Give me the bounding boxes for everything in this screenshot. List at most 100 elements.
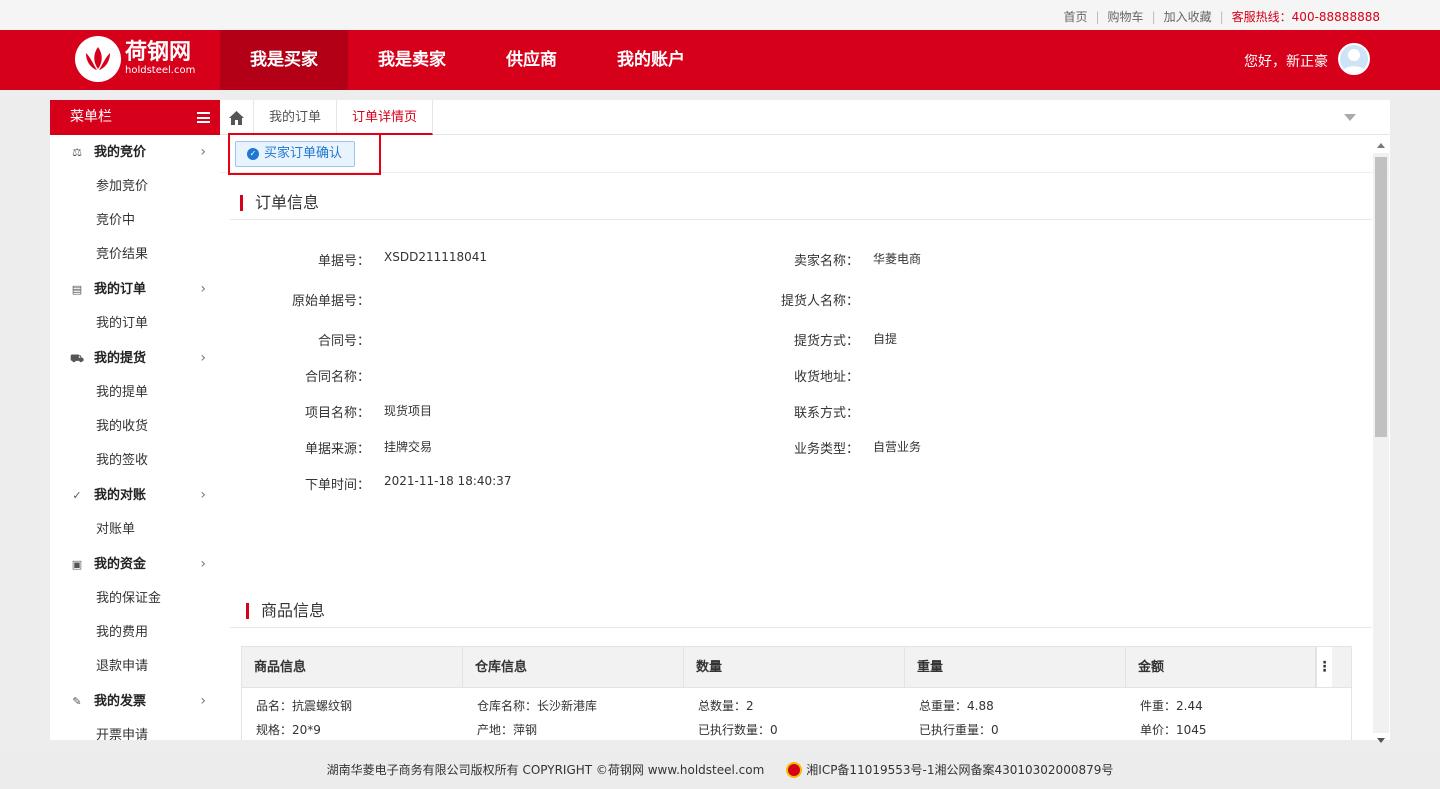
cart-link[interactable]: 购物车	[1108, 8, 1144, 25]
sidebar-item-statement[interactable]: 对账单	[50, 513, 220, 547]
favorite-link[interactable]: 加入收藏	[1164, 8, 1212, 25]
col-goods[interactable]: 商品信息	[242, 647, 463, 687]
copyright-text: 湖南华菱电子商务有限公司版权所有 COPYRIGHT ©荷钢网 www.hold…	[326, 763, 765, 777]
table-header: 商品信息 仓库信息 数量 重量 金额 ⋮	[242, 647, 1351, 688]
col-warehouse[interactable]: 仓库信息	[463, 647, 684, 687]
service-hotline: 客服热线：400-88888888	[1231, 10, 1380, 24]
sidebar-item-auction-ongoing[interactable]: 竞价中	[50, 204, 220, 238]
check-icon: ✓	[247, 148, 259, 160]
sidebar-group-funds[interactable]: ▣ 我的资金 ›	[50, 547, 220, 582]
scroll-down-icon[interactable]	[1377, 738, 1385, 743]
detail-scroll-area: 订单信息 单据号： XSDD211118041 原始单据号： 合同号： 合同名称：…	[230, 173, 1380, 740]
cell-quantity: 总数量：2 已执行数量：0	[698, 699, 778, 737]
page-footer: 湖南华菱电子商务有限公司版权所有 COPYRIGHT ©荷钢网 www.hold…	[0, 750, 1440, 789]
icp-text[interactable]: 湘ICP备11019553号-1湘公网备案43010302000879号	[806, 761, 1113, 778]
field-picker-name: 提货人名称：	[780, 294, 859, 309]
user-greeting: 您好，新正豪	[1244, 54, 1328, 70]
cell-amount: 件重：2.44 单价：1045	[1140, 699, 1207, 737]
lotus-logo-icon	[75, 36, 121, 82]
main-header: 荷钢网 holdsteel.com 我是买家 我是卖家 供应商 我的账户 您好，…	[0, 30, 1440, 90]
tab-my-orders[interactable]: 我的订单	[254, 100, 338, 135]
cell-warehouse: 仓库名称：长沙新港库 产地：萍钢	[477, 699, 598, 737]
sidebar-group-pickup[interactable]: ⛟ 我的提货 ›	[50, 341, 220, 376]
field-contract-name: 合同名称：	[304, 370, 370, 385]
field-doc-source: 单据来源： 挂牌交易	[304, 440, 433, 457]
sidebar-item-sign-off[interactable]: 我的签收	[50, 444, 220, 478]
scroll-thumb[interactable]	[1375, 157, 1387, 437]
tabs-dropdown-icon[interactable]	[1344, 114, 1356, 121]
nav-supplier[interactable]: 供应商	[476, 30, 587, 90]
home-icon	[229, 110, 244, 125]
field-seller-name: 卖家名称： 华菱电商	[793, 252, 922, 269]
goods-info-title: 商品信息	[246, 601, 325, 621]
field-contract-no: 合同号：	[317, 334, 370, 349]
police-emblem-icon	[786, 761, 803, 778]
col-amount[interactable]: 金额	[1126, 647, 1316, 687]
chevron-right-icon: ›	[200, 693, 206, 709]
sidebar-item-invoice-apply[interactable]: 开票申请	[50, 719, 220, 740]
tab-order-detail[interactable]: 订单详情页	[337, 100, 434, 135]
divider	[230, 219, 1372, 220]
field-project-name: 项目名称： 现货项目	[304, 404, 433, 421]
sidebar-menu: 菜单栏 ⚖ 我的竞价 › 参加竞价 竞价中 竞价结果 ▤ 我的订单 › 我的订单 ⛟ 我的…	[50, 100, 220, 740]
main-nav: 我是买家 我是卖家 供应商 我的账户	[220, 30, 715, 90]
logo-text-cn: 荷钢网	[125, 40, 192, 65]
scroll-up-icon[interactable]	[1377, 143, 1385, 148]
divider	[230, 627, 1372, 628]
nav-seller[interactable]: 我是卖家	[348, 30, 476, 90]
field-order-time: 下单时间： 2021-11-18 18:40:37	[304, 474, 512, 493]
sidebar-item-join-auction[interactable]: 参加竞价	[50, 170, 220, 204]
chevron-right-icon: ›	[200, 144, 206, 160]
document-icon: ▤	[71, 283, 83, 296]
nav-account[interactable]: 我的账户	[587, 30, 715, 90]
chevron-right-icon: ›	[200, 281, 206, 297]
chevron-right-icon: ›	[200, 350, 206, 366]
main-content: 我的订单 订单详情页 ✓ 买家订单确认 订单信息 单据号： XSDD2111180…	[220, 100, 1390, 743]
buyer-confirm-button[interactable]: ✓ 买家订单确认	[235, 141, 356, 167]
field-orig-doc-no: 原始单据号：	[291, 294, 370, 309]
sidebar-item-bill-of-lading[interactable]: 我的提单	[50, 376, 220, 410]
logo-text-en: holdsteel.com	[125, 65, 196, 76]
sidebar-item-refund[interactable]: 退款申请	[50, 650, 220, 684]
sidebar-item-auction-result[interactable]: 竞价结果	[50, 238, 220, 272]
col-quantity[interactable]: 数量	[684, 647, 905, 687]
invoice-icon: ✎	[72, 695, 82, 708]
wallet-icon: ▣	[71, 558, 83, 571]
top-links-bar: 首页 | 购物车 | 加入收藏 | 客服热线：400-88888888	[0, 0, 1440, 30]
col-weight[interactable]: 重量	[905, 647, 1126, 687]
auction-icon: ⚖	[72, 146, 82, 159]
action-toolbar: ✓ 买家订单确认	[220, 136, 1390, 173]
chevron-right-icon: ›	[200, 487, 206, 503]
goods-table: 商品信息 仓库信息 数量 重量 金额 ⋮ 品名：抗震螺纹钢 规格：20*9 仓库名…	[241, 646, 1352, 740]
cell-goods: 品名：抗震螺纹钢 规格：20*9	[256, 699, 353, 737]
sidebar-item-fees[interactable]: 我的费用	[50, 616, 220, 650]
page-tabs: 我的订单 订单详情页	[220, 100, 1390, 135]
sidebar-group-reconciliation[interactable]: ✓ 我的对账 ›	[50, 478, 220, 513]
sidebar-group-auction[interactable]: ⚖ 我的竞价 ›	[50, 135, 220, 170]
sidebar-header: 菜单栏	[50, 100, 220, 135]
field-pickup-method: 提货方式： 自提	[793, 332, 898, 349]
menu-toggle-icon[interactable]	[197, 112, 210, 123]
site-logo[interactable]: 荷钢网 holdsteel.com	[75, 36, 195, 82]
check-circle-icon: ✓	[72, 489, 82, 502]
order-info-title: 订单信息	[240, 193, 319, 213]
column-menu-icon[interactable]: ⋮	[1316, 647, 1332, 687]
user-avatar-icon	[1342, 49, 1366, 73]
home-link[interactable]: 首页	[1063, 8, 1087, 25]
truck-icon: ⛟	[70, 352, 84, 365]
field-contact: 联系方式：	[793, 406, 859, 421]
nav-buyer[interactable]: 我是买家	[220, 30, 348, 90]
field-business-type: 业务类型： 自营业务	[793, 440, 922, 457]
vertical-scrollbar[interactable]	[1373, 143, 1389, 743]
sidebar-item-deposit[interactable]: 我的保证金	[50, 582, 220, 616]
avatar[interactable]	[1338, 43, 1370, 75]
sidebar-item-receiving[interactable]: 我的收货	[50, 410, 220, 444]
table-row: 品名：抗震螺纹钢 规格：20*9 仓库名称：长沙新港库 产地：萍钢 总数量：2 已执行…	[242, 688, 1351, 740]
sidebar-group-orders[interactable]: ▤ 我的订单 ›	[50, 272, 220, 307]
field-doc-no: 单据号： XSDD211118041	[317, 250, 488, 269]
sidebar-title: 菜单栏	[70, 109, 112, 125]
tab-home[interactable]	[220, 100, 254, 135]
top-links: 首页 | 购物车 | 加入收藏 | 客服热线：400-88888888	[1063, 8, 1380, 25]
sidebar-group-invoice[interactable]: ✎ 我的发票 ›	[50, 684, 220, 719]
sidebar-item-my-orders[interactable]: 我的订单	[50, 307, 220, 341]
